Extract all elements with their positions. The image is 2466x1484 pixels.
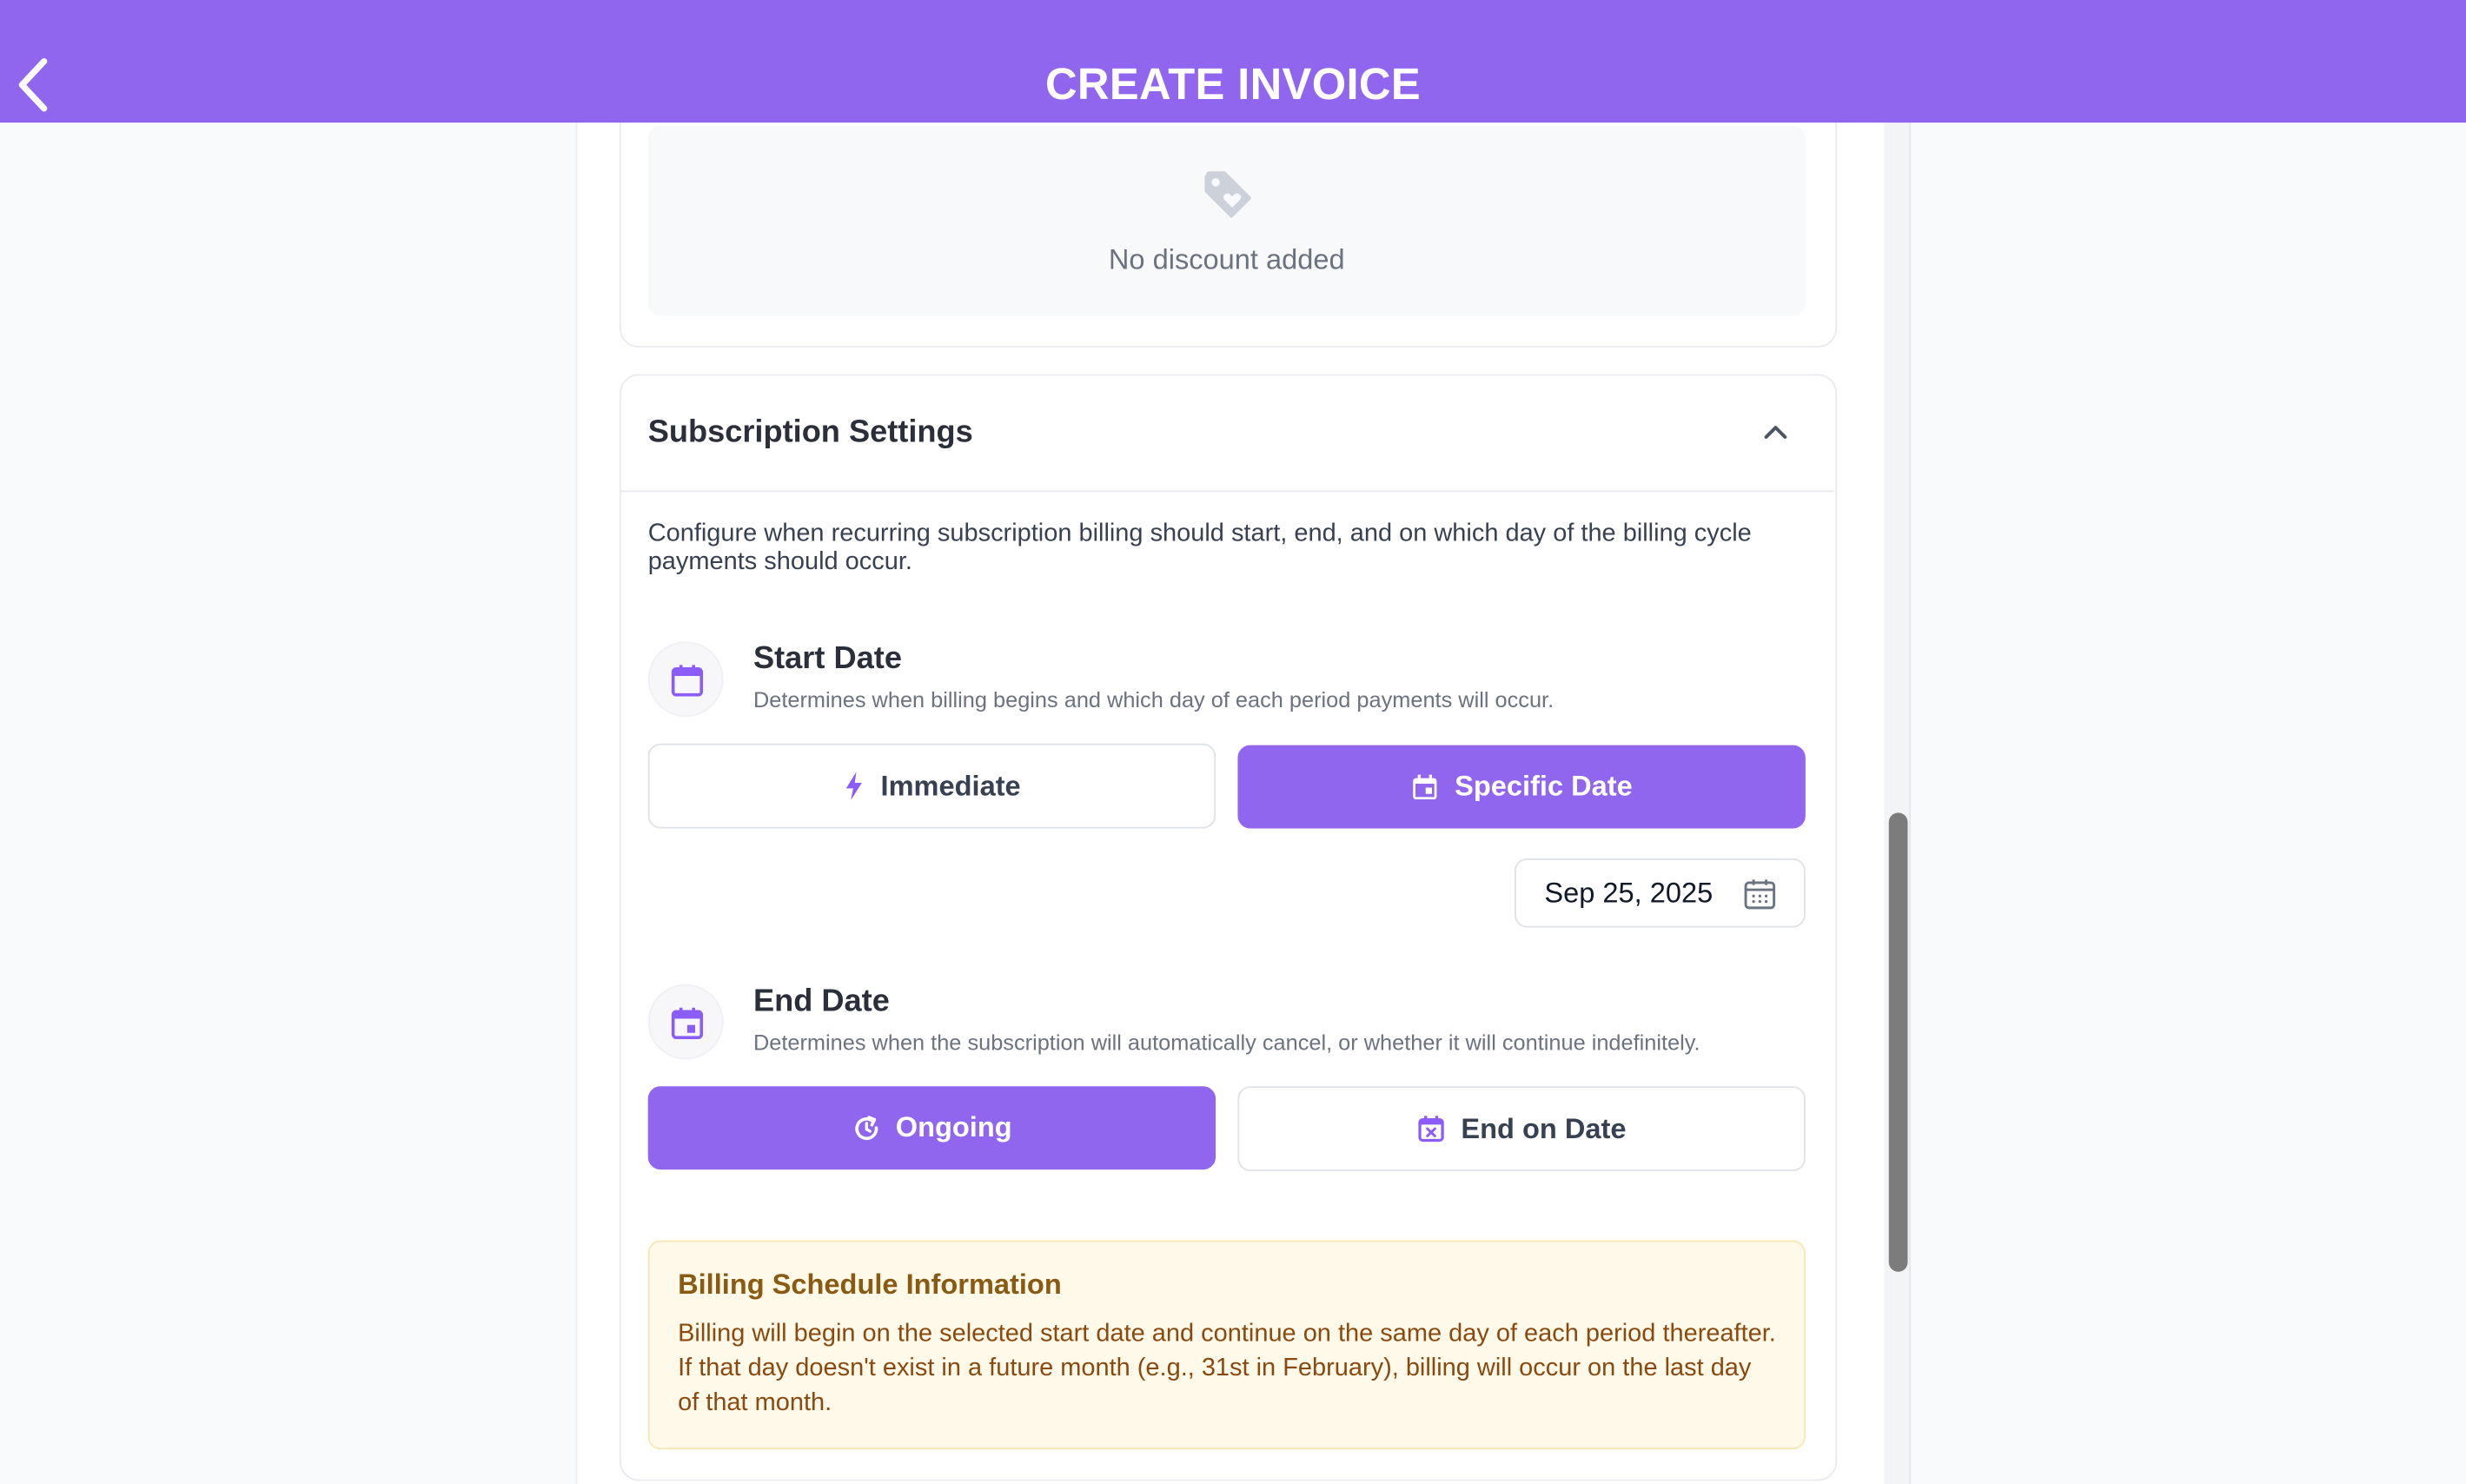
calendar-icon	[647, 641, 724, 718]
end-on-date-button[interactable]: End on Date	[1237, 1086, 1806, 1171]
end-date-description: Determines when the subscription will au…	[752, 1030, 1700, 1056]
tag-icon	[1198, 165, 1255, 222]
scrollbar-track[interactable]	[1884, 123, 1912, 1484]
immediate-button[interactable]: Immediate	[647, 743, 1216, 829]
calendar-x-icon	[1417, 1115, 1446, 1143]
ongoing-label: Ongoing	[895, 1111, 1012, 1143]
screen: No discount added Subscription Settings …	[0, 0, 2466, 1484]
scrollbar-thumb[interactable]	[1888, 812, 1908, 1272]
calendar-outline-icon[interactable]	[1741, 876, 1779, 921]
subscription-title: Subscription Settings	[647, 414, 973, 450]
start-date-value: Sep 25, 2025	[1544, 877, 1714, 909]
page-title: CREATE INVOICE	[1044, 59, 1422, 109]
end-date-title: End Date	[752, 984, 890, 1019]
start-date-picker[interactable]: Sep 25, 2025	[1514, 858, 1806, 928]
divider	[620, 490, 1834, 493]
refresh-icon	[852, 1114, 880, 1143]
ongoing-button[interactable]: Ongoing	[647, 1086, 1216, 1170]
subscription-description: Configure when recurring subscription bi…	[647, 520, 1752, 576]
calendar-end-icon	[647, 984, 724, 1060]
start-date-title: Start Date	[752, 641, 902, 677]
discount-empty-text: No discount added	[1108, 243, 1345, 275]
start-date-description: Determines when billing begins and which…	[752, 686, 1555, 712]
billing-info-title: Billing Schedule Information	[678, 1269, 1062, 1301]
chevron-up-icon[interactable]	[1760, 416, 1791, 447]
app-header: CREATE INVOICE	[0, 0, 2466, 123]
specific-date-label: Specific Date	[1455, 770, 1633, 802]
immediate-label: Immediate	[880, 769, 1021, 801]
billing-info-text: Billing will begin on the selected start…	[678, 1320, 1776, 1417]
calendar-event-icon	[1410, 772, 1439, 801]
lightning-icon	[843, 771, 865, 802]
end-on-date-label: End on Date	[1461, 1112, 1627, 1144]
specific-date-button[interactable]: Specific Date	[1237, 745, 1806, 829]
